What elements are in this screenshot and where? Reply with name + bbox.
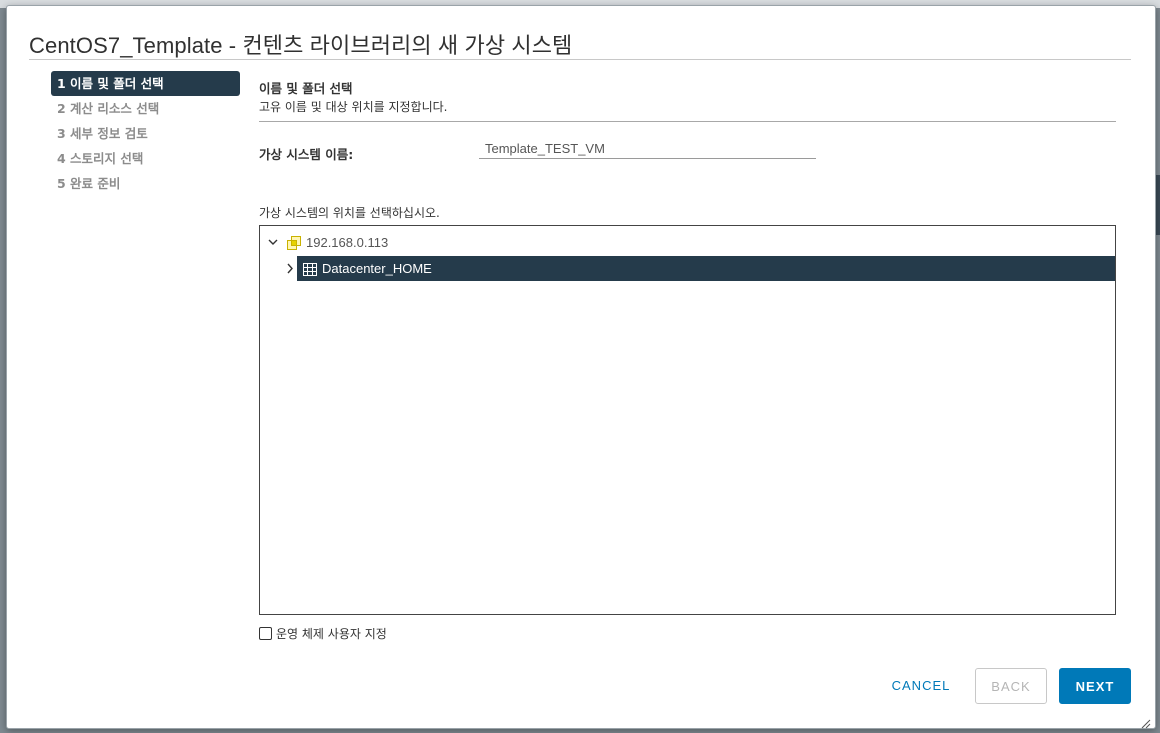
chevron-down-icon[interactable] <box>266 230 280 264</box>
step-compute-resource[interactable]: 2 계산 리소스 선택 <box>51 96 240 121</box>
step-name-and-folder[interactable]: 1 이름 및 폴더 선택 <box>51 71 240 96</box>
chevron-right-icon[interactable] <box>283 256 297 281</box>
tree-node-label: 192.168.0.113 <box>306 235 389 250</box>
vcenter-icon <box>286 235 302 251</box>
customize-os-label: 운영 체제 사용자 지정 <box>276 627 387 641</box>
step-ready-to-complete[interactable]: 5 완료 준비 <box>51 171 240 196</box>
new-vm-dialog: CentOS7_Template - 컨텐츠 라이브러리의 새 가상 시스템 1… <box>6 5 1156 729</box>
section-subtitle: 고유 이름 및 대상 위치를 지정합니다. <box>259 100 448 114</box>
step-storage[interactable]: 4 스토리지 선택 <box>51 146 240 171</box>
back-button[interactable]: BACK <box>975 668 1047 704</box>
wizard-steps: 1 이름 및 폴더 선택 2 계산 리소스 선택 3 세부 정보 검토 4 스토… <box>51 71 240 196</box>
section-title: 이름 및 폴더 선택 <box>259 81 353 96</box>
title-divider <box>29 59 1131 60</box>
customize-os-option[interactable]: 운영 체제 사용자 지정 <box>259 625 387 642</box>
section-divider <box>259 121 1116 122</box>
tree-node-datacenter[interactable]: Datacenter_HOME <box>297 256 1115 281</box>
dialog-title: CentOS7_Template - 컨텐츠 라이브러리의 새 가상 시스템 <box>29 33 573 58</box>
datacenter-icon <box>302 261 318 277</box>
resize-handle-icon[interactable] <box>1141 714 1151 729</box>
step-review-details[interactable]: 3 세부 정보 검토 <box>51 121 240 146</box>
next-button[interactable]: NEXT <box>1059 668 1131 704</box>
vm-name-label: 가상 시스템 이름: <box>259 147 354 162</box>
customize-os-checkbox[interactable] <box>259 627 272 640</box>
location-tree: 192.168.0.113 Datacenter_HOME <box>259 225 1116 615</box>
cancel-button[interactable]: CANCEL <box>879 668 963 704</box>
tree-node-label: Datacenter_HOME <box>322 261 432 276</box>
vm-name-input[interactable] <box>479 139 816 159</box>
location-label: 가상 시스템의 위치를 선택하십시오. <box>259 206 440 220</box>
